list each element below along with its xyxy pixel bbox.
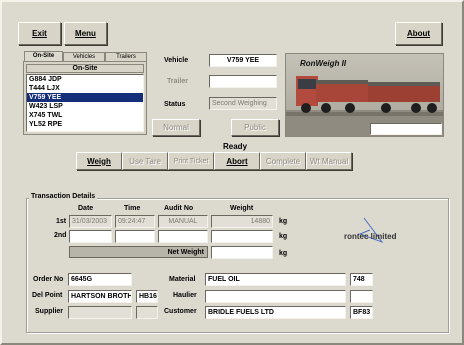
list-item[interactable]: W423 LSP xyxy=(27,102,143,111)
row1-date: 31/03/2003 xyxy=(69,215,112,228)
row2-label: 2nd xyxy=(54,232,67,239)
on-site-panel: On-Site G884 JDP T444 LJX V759 YEE W423 … xyxy=(23,61,147,135)
rontec-logo-icon xyxy=(358,217,384,244)
list-item[interactable]: X745 TWL xyxy=(27,111,143,120)
complete-button[interactable]: Complete xyxy=(260,152,306,170)
tab-vehicles[interactable]: Vehicles xyxy=(63,52,105,61)
haulier-field[interactable] xyxy=(205,290,346,303)
list-item[interactable]: G884 JDP xyxy=(27,75,143,84)
trailer-field[interactable] xyxy=(209,75,277,88)
print-ticket-button[interactable]: Print Ticket xyxy=(168,152,214,170)
weigh-button[interactable]: Weigh xyxy=(76,152,122,170)
row2-time xyxy=(115,230,155,243)
material-label: Material xyxy=(169,276,196,283)
vehicle-label: Vehicle xyxy=(164,57,189,64)
use-tare-button[interactable]: Use Tare xyxy=(122,152,168,170)
tab-trailers[interactable]: Trailers xyxy=(105,52,147,61)
banner-field xyxy=(370,123,442,135)
row1-audit: MANUAL xyxy=(158,215,208,228)
row1-label: 1st xyxy=(56,218,67,225)
menu-label: Menu xyxy=(75,29,96,38)
row2-unit: kg xyxy=(279,233,288,240)
row2-weight xyxy=(211,230,273,243)
status-label: Status xyxy=(164,101,186,108)
on-site-header: On-Site xyxy=(26,64,144,73)
customer-field[interactable]: BRIDLE FUELS LTD xyxy=(205,306,346,319)
material-field[interactable]: FUEL OIL xyxy=(205,273,346,286)
status-text: Ready xyxy=(223,142,248,151)
transaction-group-title: Transaction Details xyxy=(29,193,98,200)
audit-header: Audit No xyxy=(164,205,194,212)
vehicle-field[interactable]: V759 YEE xyxy=(209,54,277,67)
trailer-label: Trailer xyxy=(167,78,189,85)
time-header: Time xyxy=(124,205,141,212)
row2-audit xyxy=(158,230,208,243)
status-field: Second Weighing xyxy=(209,97,277,110)
exit-label: Exit xyxy=(32,29,47,38)
order-no-field[interactable]: 6645G xyxy=(68,273,132,286)
row1-time: 09:24:47 xyxy=(115,215,155,228)
normal-button[interactable]: Normal xyxy=(152,119,200,136)
public-button[interactable]: Public xyxy=(231,119,279,136)
del-point-code[interactable]: HB16 xyxy=(136,290,158,303)
row1-weight: 14880 xyxy=(211,215,273,228)
exit-button[interactable]: Exit xyxy=(18,22,61,45)
net-weight-bar: Net Weight xyxy=(69,246,208,258)
del-point-field[interactable]: HARTSON BROTHERS xyxy=(68,290,132,303)
date-header: Date xyxy=(78,205,94,212)
app-window: Exit Menu About On-Site Vehicles Trailer… xyxy=(0,0,464,345)
supplier-code xyxy=(136,306,158,319)
material-code[interactable]: 748 xyxy=(350,273,373,286)
row2-date xyxy=(69,230,112,243)
row1-unit: kg xyxy=(279,218,288,225)
haulier-code[interactable] xyxy=(350,290,373,303)
menu-button[interactable]: Menu xyxy=(64,22,107,45)
supplier-field xyxy=(68,306,132,319)
about-label: About xyxy=(406,29,431,38)
truck-image: RonWeigh II xyxy=(285,53,444,137)
net-weight-field xyxy=(211,246,273,259)
weight-header: Weight xyxy=(230,205,254,212)
net-weight-label: Net Weight xyxy=(167,249,204,256)
list-item[interactable]: T444 LJX xyxy=(27,84,143,93)
company-logo-text: rontec limited xyxy=(344,232,397,241)
banner-title: RonWeigh II xyxy=(300,59,347,68)
haulier-label: Haulier xyxy=(173,292,197,299)
del-point-label: Del Point xyxy=(32,292,63,299)
wt-manual-button[interactable]: Wt Manual xyxy=(306,152,352,170)
abort-button[interactable]: Abort xyxy=(214,152,260,170)
customer-code[interactable]: BF83 xyxy=(350,306,373,319)
on-site-list[interactable]: G884 JDP T444 LJX V759 YEE W423 LSP X745… xyxy=(26,74,144,132)
list-item[interactable]: YL52 RPE xyxy=(27,120,143,129)
about-button[interactable]: About xyxy=(395,22,442,45)
net-weight-unit: kg xyxy=(279,250,288,257)
supplier-label: Supplier xyxy=(35,308,64,315)
customer-label: Customer xyxy=(164,308,197,315)
order-no-label: Order No xyxy=(33,276,64,283)
list-item-selected[interactable]: V759 YEE xyxy=(27,93,143,102)
